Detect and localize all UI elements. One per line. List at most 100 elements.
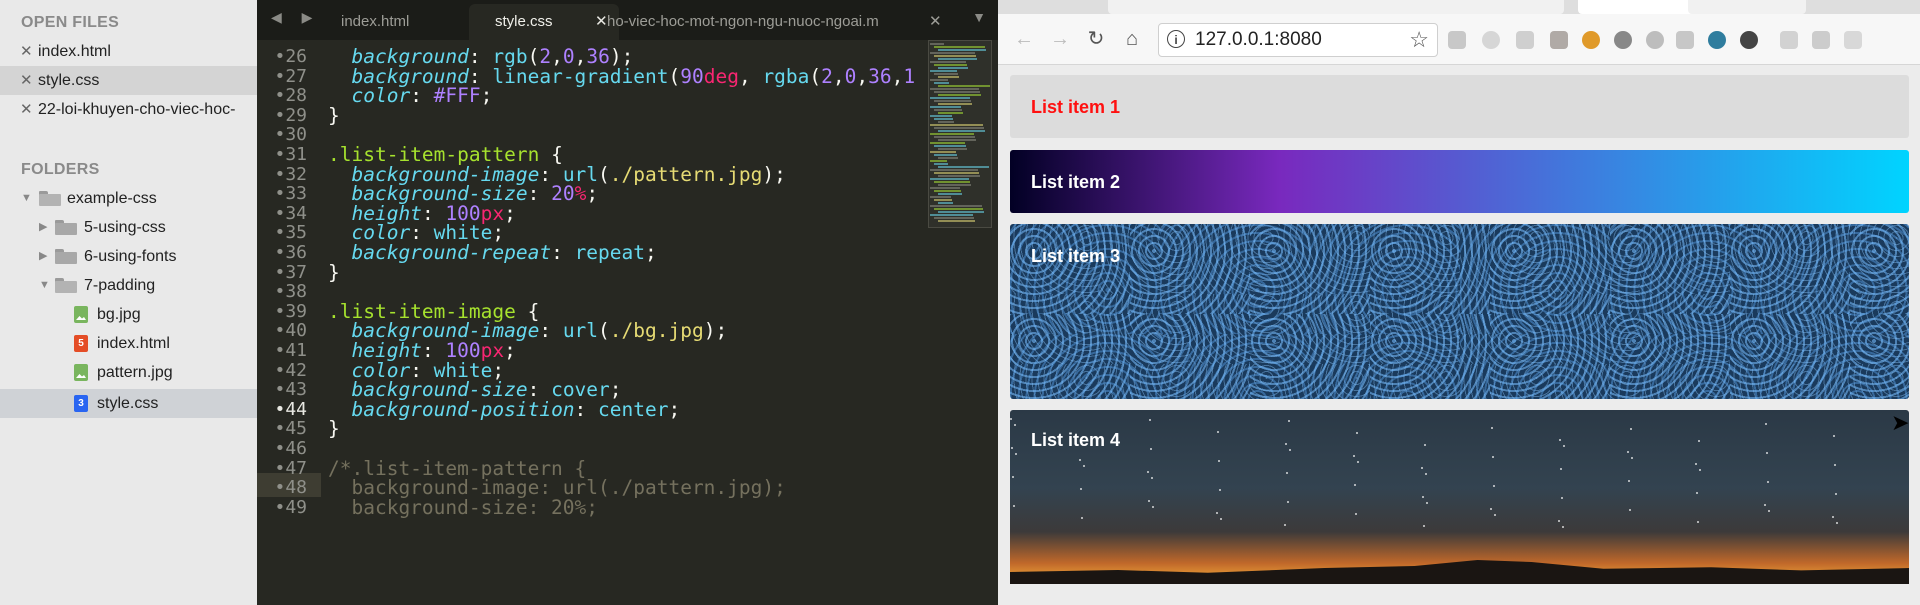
browser-tab-active[interactable] — [1578, 0, 1696, 14]
open-file-index-html[interactable]: ✕ index.html — [0, 37, 257, 66]
code-area[interactable]: background: rgb(2,0,36); background: lin… — [328, 40, 928, 605]
star-dot — [1080, 488, 1082, 490]
address-bar[interactable]: i 127.0.0.1:8080 ☆ — [1158, 23, 1438, 57]
list-item-label: List item 1 — [1031, 97, 1121, 117]
star-dot — [1423, 525, 1425, 527]
close-icon[interactable]: ✕ — [20, 37, 33, 66]
browser-tab[interactable] — [1226, 0, 1344, 14]
code-token: ( — [668, 64, 681, 88]
browser-tab[interactable] — [1336, 0, 1454, 14]
code-token: ( — [598, 319, 610, 343]
code-token: : — [551, 241, 575, 264]
tree-folder-6-using-fonts[interactable]: ▶ 6-using-fonts — [0, 242, 257, 271]
triangle-down-icon[interactable]: ▼ — [21, 184, 32, 213]
code-token: 20 — [551, 182, 575, 206]
extension-icon[interactable] — [1582, 31, 1600, 49]
editor-tab-ho-viec-hoc[interactable]: ho-viec-hoc-mot-ngon-ngu-nuoc-ngoai.m ✕ — [607, 4, 947, 40]
extension-icon[interactable] — [1708, 31, 1726, 49]
code-token: ( — [598, 162, 610, 186]
list-item-3-pattern: List item 3 — [1010, 224, 1909, 399]
tree-folder-example-css[interactable]: ▼ example-css — [0, 184, 257, 213]
code-token: } — [328, 103, 340, 127]
close-icon[interactable]: ✕ — [20, 95, 33, 124]
css3-file-icon: 3 — [74, 395, 88, 412]
close-icon[interactable]: ✕ — [929, 4, 942, 40]
code-line: background-position: center; — [328, 398, 680, 422]
list-item-1: List item 1 — [1010, 75, 1909, 138]
tree-file-bg-jpg[interactable]: bg.jpg — [0, 300, 257, 329]
tree-file-pattern-jpg[interactable]: pattern.jpg — [0, 358, 257, 387]
star-dot — [1219, 489, 1221, 491]
browser-tab[interactable] — [1688, 0, 1806, 14]
star-dot — [1010, 418, 1012, 420]
tree-label: pattern.jpg — [97, 364, 173, 381]
extension-icon[interactable] — [1448, 31, 1466, 49]
list-item-4-image: List item 4 — [1010, 410, 1909, 584]
code-token: 1 — [903, 64, 916, 88]
star-dot — [1765, 423, 1767, 425]
star-dot — [1217, 431, 1219, 433]
triangle-down-icon[interactable]: ▼ — [39, 271, 50, 300]
star-dot — [1081, 517, 1083, 519]
tree-folder-7-padding[interactable]: ▼ 7-padding — [0, 271, 257, 300]
browser-tab[interactable] — [1446, 0, 1564, 14]
tree-file-index-html[interactable]: 5 index.html — [0, 329, 257, 358]
image-file-icon — [74, 306, 88, 323]
star-dot — [1695, 463, 1697, 465]
tree-folder-5-using-css[interactable]: ▶ 5-using-css — [0, 213, 257, 242]
extension-icon[interactable] — [1646, 31, 1664, 49]
extension-icon[interactable] — [1780, 31, 1798, 49]
code-line: background-size: 20%; — [328, 496, 598, 520]
star-dot — [1764, 504, 1766, 506]
browser-window: ← → ↻ ⌂ i 127.0.0.1:8080 ☆ List item 1 L… — [998, 0, 1920, 605]
code-editor[interactable]: ◀ ▶ index.html ✕ style.css ✕ ho-viec-hoc… — [257, 0, 998, 605]
star-dot — [1011, 447, 1013, 449]
star-dot — [1491, 427, 1493, 429]
star-dot — [1220, 518, 1222, 520]
extension-icon[interactable] — [1516, 31, 1534, 49]
extension-icon[interactable] — [1550, 31, 1568, 49]
star-dot — [1628, 480, 1630, 482]
bookmark-star-icon[interactable]: ☆ — [1409, 27, 1429, 53]
tree-label: style.css — [97, 395, 159, 412]
extension-icon[interactable] — [1740, 31, 1758, 49]
code-token: background-repeat — [351, 241, 552, 264]
triangle-right-icon[interactable]: ▶ — [39, 242, 47, 271]
gear-icon[interactable] — [1614, 31, 1632, 49]
star-dot — [1218, 460, 1220, 462]
open-file-label: index.html — [38, 43, 111, 60]
minimap-viewport[interactable] — [928, 40, 992, 228]
star-dot — [1697, 521, 1699, 523]
star-dot — [1699, 469, 1701, 471]
reload-icon[interactable]: ↻ — [1084, 27, 1108, 51]
extension-icon[interactable] — [1812, 31, 1830, 49]
home-icon[interactable]: ⌂ — [1120, 27, 1144, 51]
tree-file-style-css[interactable]: 3 style.css — [0, 389, 257, 418]
extension-icon[interactable] — [1482, 31, 1500, 49]
code-token: 2 — [821, 64, 833, 88]
info-icon[interactable]: i — [1167, 30, 1185, 48]
editor-tab-style-css[interactable]: style.css ✕ — [469, 4, 619, 40]
editor-tab-label: index.html — [341, 13, 410, 30]
browser-tab[interactable] — [1108, 0, 1236, 14]
star-dot — [1493, 485, 1495, 487]
tree-label: bg.jpg — [97, 306, 141, 323]
extension-icon[interactable] — [1676, 31, 1694, 49]
star-dot — [1766, 452, 1768, 454]
tab-nav-arrows-icon[interactable]: ◀ ▶ — [271, 9, 320, 26]
close-icon[interactable]: ✕ — [20, 66, 33, 95]
star-dot — [1079, 459, 1081, 461]
code-token: ); — [762, 162, 786, 186]
editor-tab-bar: ◀ ▶ index.html ✕ style.css ✕ ho-viec-hoc… — [257, 0, 998, 40]
star-dot — [1014, 424, 1016, 426]
open-file-style-css[interactable]: ✕ style.css — [0, 66, 257, 95]
line-gutter: •26 •27 •28 •29 •30 •31 •32 •33 •34 •35 •36 •37 •38 •… — [257, 40, 311, 605]
forward-icon[interactable]: → — [1048, 27, 1072, 51]
triangle-right-icon[interactable]: ▶ — [39, 213, 47, 242]
close-icon[interactable]: ✕ — [595, 4, 608, 40]
star-dot — [1561, 497, 1563, 499]
extension-icon[interactable] — [1844, 31, 1862, 49]
tab-dropdown-icon[interactable]: ▼ — [972, 9, 986, 25]
open-file-22-loi-khuyen[interactable]: ✕ 22-loi-khuyen-cho-viec-hoc- — [0, 95, 257, 124]
back-icon[interactable]: ← — [1012, 27, 1036, 51]
